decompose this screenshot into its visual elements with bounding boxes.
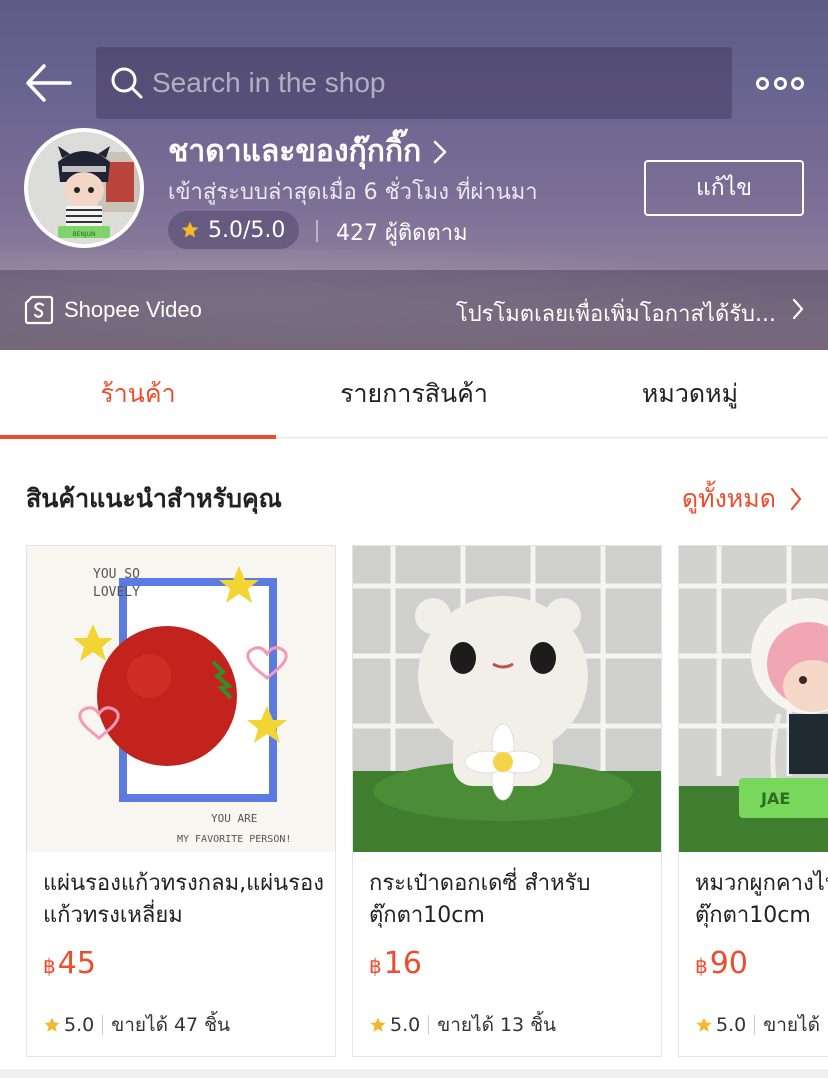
product-image: YOU SO LOVELY YOU ARE MY FAVORITE PERSON… — [27, 546, 335, 852]
product-meta: 5.0 ขายได้ 13 ชิ้น — [369, 1010, 556, 1040]
product-name: กระเป๋าดอกเดซี่ สำหรับตุ๊กตา10cm — [369, 871, 591, 928]
more-dot-icon — [756, 76, 769, 90]
product-meta: 5.0 ขายได้ 47 ชิ้น — [43, 1010, 230, 1040]
image-text: JAE — [760, 789, 790, 808]
product-card[interactable]: JAE หมวกผูกคางไหมพรม สำหรับตุ๊กตา10cm ฿ … — [678, 545, 828, 1057]
shop-avatar[interactable]: BENJUN — [24, 128, 144, 248]
divider — [754, 1015, 756, 1035]
more-options-button[interactable] — [756, 72, 804, 94]
price-value: 90 — [709, 946, 748, 981]
chevron-right-icon — [790, 487, 802, 511]
recommended-section: สินค้าแนะนำสำหรับคุณ ดูทั้งหมด YOU SO LO… — [0, 439, 828, 1069]
sold-count: ขายได้ 47 ชิ้น — [111, 1014, 231, 1036]
see-all-link[interactable]: ดูทั้งหมด — [682, 479, 802, 519]
image-text: MY FAVORITE PERSON! — [177, 834, 291, 845]
back-button[interactable] — [24, 62, 72, 104]
shop-header: Search in the shop BENJUN ชาดาและของกุ๊ก… — [0, 0, 828, 350]
product-meta: 5.0 ขายได้ 1 — [695, 1010, 828, 1040]
shop-rating-value: 5.0/5.0 — [208, 217, 286, 243]
currency-symbol: ฿ — [369, 954, 382, 978]
star-icon — [696, 1017, 712, 1032]
star-icon — [370, 1017, 386, 1032]
image-text: LOVELY — [93, 585, 140, 600]
shop-name[interactable]: ชาดาและของกุ๊กกิ๊ก — [168, 128, 447, 175]
sold-count: ขายได้ 13 ชิ้น — [437, 1014, 557, 1036]
chevron-right-icon — [792, 298, 804, 320]
product-card[interactable]: YOU SO LOVELY YOU ARE MY FAVORITE PERSON… — [26, 545, 336, 1057]
more-dot-icon — [791, 76, 804, 90]
promo-link[interactable]: โปรโมตเลยเพื่อเพิ่มโอกาสได้รับ... — [456, 296, 776, 331]
section-separator — [0, 1069, 828, 1078]
shop-search-input[interactable]: Search in the shop — [96, 47, 732, 119]
image-text: YOU SO — [93, 567, 140, 582]
product-name: หมวกผูกคางไหมพรม สำหรับตุ๊กตา10cm — [695, 871, 828, 928]
divider — [102, 1015, 104, 1035]
shop-tabs: ร้านค้า รายการสินค้า หมวดหมู่ — [0, 350, 828, 439]
currency-symbol: ฿ — [695, 954, 708, 978]
chevron-right-icon — [433, 140, 447, 163]
product-rating: 5.0 — [390, 1014, 421, 1036]
product-rating: 5.0 — [716, 1014, 747, 1036]
shop-name-text: ชาดาและของกุ๊กกิ๊ก — [168, 134, 422, 169]
tab-products[interactable]: รายการสินค้า — [276, 350, 552, 438]
last-login-text: เข้าสู่ระบบล่าสุดเมื่อ 6 ชั่วโมง ที่ผ่าน… — [168, 180, 538, 205]
shop-page: Search in the shop BENJUN ชาดาและของกุ๊ก… — [0, 0, 828, 1078]
currency-symbol: ฿ — [43, 954, 56, 978]
shopee-video-label: Shopee Video — [64, 297, 202, 322]
product-price: ฿ 16 — [369, 946, 422, 981]
product-price: ฿ 90 — [695, 946, 748, 981]
image-text: YOU ARE — [211, 812, 257, 825]
tab-shop[interactable]: ร้านค้า — [0, 350, 276, 439]
shop-rating-badge: 5.0/5.0 — [168, 211, 300, 249]
product-price: ฿ 45 — [43, 946, 96, 981]
product-rating: 5.0 — [64, 1014, 95, 1036]
star-icon — [181, 221, 199, 238]
divider — [428, 1015, 430, 1035]
see-all-label: ดูทั้งหมด — [681, 484, 776, 513]
star-icon — [44, 1017, 60, 1032]
search-icon — [111, 67, 143, 99]
back-arrow-icon — [26, 64, 72, 102]
edit-shop-button[interactable]: แก้ไข — [644, 160, 804, 216]
section-title: สินค้าแนะนำสำหรับคุณ — [26, 484, 282, 513]
price-value: 45 — [57, 946, 96, 981]
shopee-video-icon — [24, 295, 54, 325]
avatar-caption: BENJUN — [72, 231, 95, 238]
follower-count: 427 ผู้ติดตาม — [336, 221, 468, 246]
tab-categories[interactable]: หมวดหมู่ — [552, 350, 828, 438]
price-value: 16 — [383, 946, 422, 981]
avatar-doll-image: BENJUN — [28, 132, 140, 244]
product-card[interactable]: กระเป๋าดอกเดซี่ สำหรับตุ๊กตา10cm ฿ 16 5.… — [352, 545, 662, 1057]
shopee-video-bar[interactable]: Shopee Video โปรโมตเลยเพื่อเพิ่มโอกาสได้… — [0, 270, 828, 350]
search-placeholder: Search in the shop — [152, 67, 386, 98]
sold-count: ขายได้ 1 — [763, 1014, 828, 1036]
divider — [316, 220, 318, 242]
product-image: JAE — [679, 546, 828, 852]
more-dot-icon — [773, 76, 787, 90]
product-name: แผ่นรองแก้วทรงกลม,แผ่นรองแก้วทรงเหลี่ยม — [43, 871, 324, 928]
product-image — [353, 546, 661, 852]
